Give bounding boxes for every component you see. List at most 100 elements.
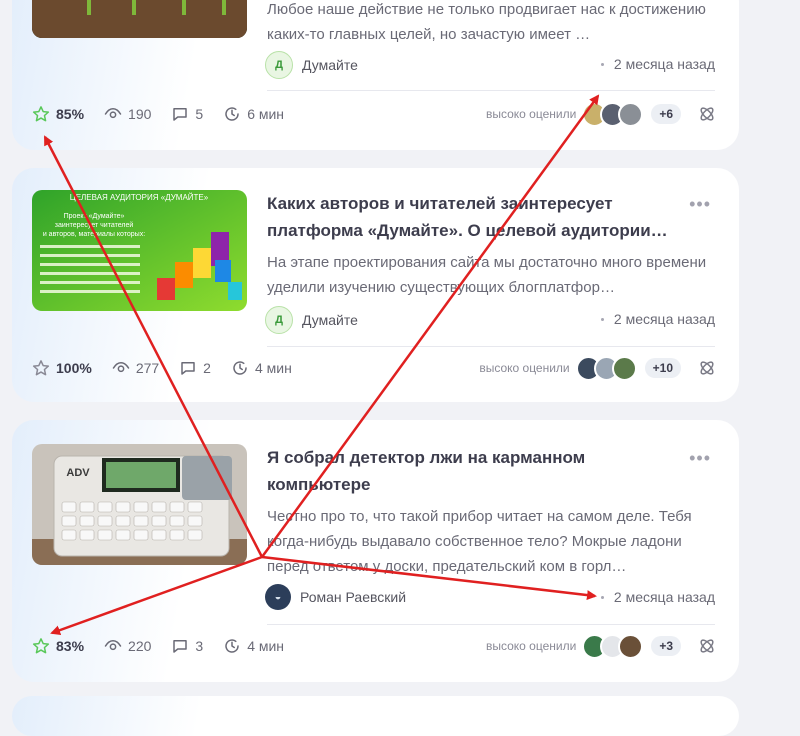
more-dots-icon[interactable]: •••: [689, 448, 711, 469]
share-button[interactable]: [697, 636, 717, 656]
views-count: 277: [135, 360, 160, 376]
rater-avatars[interactable]: [582, 633, 644, 659]
eye-icon: [104, 639, 122, 651]
read-time-stat: 6 мин: [223, 105, 284, 123]
author-link[interactable]: Д Думайте: [265, 306, 358, 334]
rater-avatars[interactable]: [575, 355, 637, 381]
seedlings-image: [32, 0, 247, 38]
divider: [267, 90, 715, 91]
separator-dot: [600, 317, 604, 321]
read-time-stat: 4 мин: [223, 637, 284, 655]
more-dots-icon[interactable]: •••: [689, 194, 711, 215]
image-line-3: и авторов, материалы которых:: [43, 231, 145, 238]
divider: [267, 624, 715, 625]
article-excerpt[interactable]: Любое наше действие не только продвигает…: [267, 0, 717, 47]
comment-icon: [181, 362, 195, 375]
publish-date: 2 месяца назад: [600, 56, 715, 72]
read-time-value: 4 мин: [254, 360, 292, 376]
star-icon: [32, 106, 50, 122]
rating-value: 100%: [56, 360, 92, 376]
comments-stat[interactable]: 2: [179, 359, 211, 377]
article-title[interactable]: Я собрал детектор лжи на карманном компь…: [267, 444, 687, 498]
article-card[interactable]: ADV Я собрал детектор лжи на карманном к…: [12, 420, 739, 682]
pocket-computer-image: ADV: [32, 444, 247, 565]
comments-stat[interactable]: 5: [171, 105, 203, 123]
article-excerpt[interactable]: На этапе проектирования сайта мы достато…: [267, 250, 717, 300]
rater-avatars[interactable]: [582, 101, 644, 127]
share-icon: [700, 107, 714, 121]
read-time-value: 6 мин: [247, 106, 285, 122]
publish-date-text: 2 месяца назад: [613, 589, 715, 605]
highly-rated-label: высоко оценили: [485, 639, 577, 653]
image-header-text: ЦЕЛЕВАЯ АУДИТОРИЯ «ДУМАЙТЕ»: [70, 193, 209, 202]
eye-icon: [112, 361, 130, 373]
rater-avatar: [618, 101, 644, 127]
separator-dot: [600, 595, 604, 599]
rating-stat[interactable]: 85%: [32, 105, 84, 123]
share-button[interactable]: [697, 358, 717, 378]
highly-rated-label: высоко оценили: [479, 361, 570, 375]
read-time-stat: 4 мин: [231, 359, 292, 377]
publish-date-text: 2 месяца назад: [613, 56, 715, 72]
rating-stat[interactable]: 100%: [32, 359, 92, 377]
article-card[interactable]: ЦЕЛЕВАЯ АУДИТОРИЯ «ДУМАЙТЕ» Проект «Дума…: [12, 168, 739, 402]
highly-rated-label: высоко оценили: [485, 107, 577, 121]
views-stat: 277: [112, 359, 159, 377]
rating-value: 83%: [56, 638, 85, 654]
author-name: Роман Раевский: [300, 589, 407, 605]
clock-icon: [233, 361, 247, 375]
article-thumbnail[interactable]: ADV: [32, 444, 247, 565]
target-audience-image: ЦЕЛЕВАЯ АУДИТОРИЯ «ДУМАЙТЕ» Проект «Дума…: [32, 190, 247, 311]
views-count: 190: [128, 106, 152, 122]
article-thumbnail[interactable]: [32, 0, 247, 38]
share-icon: [700, 639, 714, 653]
comment-icon: [173, 640, 188, 653]
comments-stat[interactable]: 3: [171, 637, 203, 655]
views-count: 220: [128, 638, 152, 654]
comments-count: 2: [203, 360, 211, 376]
read-time-value: 4 мин: [247, 638, 285, 654]
star-icon: [32, 638, 50, 654]
more-raters-badge[interactable]: +10: [644, 358, 681, 378]
article-title[interactable]: Каких авторов и читателей заинтересует п…: [267, 190, 687, 244]
rating-value: 85%: [56, 106, 85, 122]
stats-bar: 85% 190 5 6 мин высоко оценили +6: [32, 100, 717, 128]
more-raters-badge[interactable]: +3: [651, 636, 681, 656]
article-card[interactable]: [12, 696, 739, 736]
author-avatar: ◒: [265, 584, 291, 610]
author-name: Думайте: [302, 57, 358, 73]
comment-icon: [173, 108, 188, 121]
author-avatar: Д: [265, 51, 293, 79]
device-label: ADV: [66, 467, 90, 479]
author-link[interactable]: ◒ Роман Раевский: [265, 584, 406, 610]
rater-avatar: [611, 355, 637, 381]
image-line-2: заинтересует читателей: [55, 221, 134, 229]
rater-avatar: [618, 633, 644, 659]
views-stat: 220: [104, 637, 151, 655]
share-button[interactable]: [697, 104, 717, 124]
more-raters-badge[interactable]: +6: [651, 104, 681, 124]
publish-date: 2 месяца назад: [600, 311, 715, 327]
article-excerpt[interactable]: Честно про то, что такой прибор читает н…: [267, 504, 717, 579]
author-name: Думайте: [302, 312, 358, 328]
rating-stat[interactable]: 83%: [32, 637, 84, 655]
eye-icon: [104, 107, 122, 119]
separator-dot: [600, 62, 604, 66]
share-icon: [700, 361, 714, 375]
views-stat: 190: [104, 105, 151, 123]
image-line-1: Проект «Думайте»: [64, 212, 125, 220]
divider: [267, 346, 715, 347]
article-card[interactable]: Любое наше действие не только продвигает…: [12, 0, 739, 150]
article-thumbnail[interactable]: ЦЕЛЕВАЯ АУДИТОРИЯ «ДУМАЙТЕ» Проект «Дума…: [32, 190, 247, 311]
author-avatar: Д: [265, 306, 293, 334]
comments-count: 5: [195, 106, 204, 122]
stats-bar: 83% 220 3 4 мин высоко оценили +3: [32, 632, 717, 660]
comments-count: 3: [195, 638, 204, 654]
publish-date-text: 2 месяца назад: [613, 311, 715, 327]
stats-bar: 100% 277 2 4 мин высоко оценили +10: [32, 354, 717, 382]
author-link[interactable]: Д Думайте: [265, 51, 358, 79]
clock-icon: [225, 639, 239, 653]
star-icon: [32, 360, 50, 376]
publish-date: 2 месяца назад: [600, 589, 715, 605]
clock-icon: [225, 107, 239, 121]
